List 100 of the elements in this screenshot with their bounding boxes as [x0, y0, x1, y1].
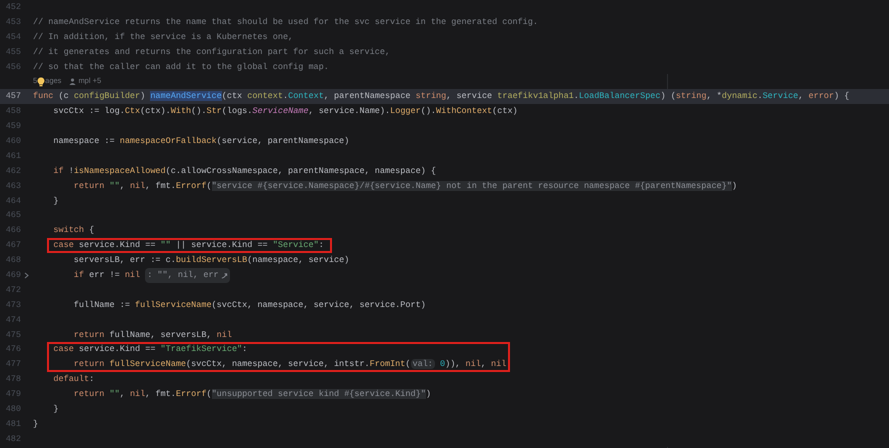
- field-name: ServiceName: [252, 106, 308, 116]
- keyword: return: [72, 359, 106, 370]
- code-text: err !=: [88, 270, 121, 280]
- code-text: }: [52, 196, 59, 206]
- line-number: 468: [4, 254, 21, 268]
- keyword: func: [33, 91, 54, 102]
- code-text: {: [88, 225, 94, 236]
- keyword: nil: [466, 359, 481, 370]
- string-literal: "TraefikService": [160, 344, 242, 354]
- keyword: string: [416, 91, 446, 102]
- line-number: 455: [4, 46, 21, 59]
- line-number: 454: [4, 30, 21, 44]
- keyword: switch: [52, 225, 84, 236]
- line-number: 476: [4, 343, 21, 356]
- line-number: 479: [4, 388, 21, 402]
- code-text: service.Kind ==: [78, 240, 156, 250]
- code-text: :: [242, 344, 248, 354]
- line-number: 467: [4, 239, 21, 252]
- code-text: ,: [120, 180, 126, 191]
- keyword: nil: [130, 180, 146, 191]
- keyword: case: [52, 344, 74, 354]
- line-number: 452: [4, 1, 21, 14]
- string-literal: "": [108, 389, 120, 400]
- function-name: Errorf: [176, 180, 206, 191]
- folded-code[interactable]: : "", nil, err: [145, 268, 230, 283]
- arrow-icon: [220, 272, 228, 279]
- line-number: 463: [4, 180, 21, 193]
- function-name: fullServiceName: [110, 359, 186, 370]
- keyword: error: [808, 91, 834, 102]
- code-text: serversLB, err := c.: [72, 255, 176, 266]
- line-number: 474: [4, 314, 21, 327]
- keyword: if: [52, 166, 64, 176]
- keyword: case: [52, 240, 74, 250]
- line-number: 469: [4, 269, 21, 282]
- code-text: )),: [445, 359, 462, 370]
- function-name: fullServiceName: [135, 300, 212, 310]
- function-name: FromInt: [370, 359, 406, 370]
- line-number: 459: [4, 120, 21, 134]
- code-text: svcCtx := log.: [52, 106, 125, 116]
- keyword: string: [676, 91, 706, 102]
- code-text: (ctx).: [140, 106, 171, 116]
- line-number: 478: [4, 373, 21, 386]
- code-text: .: [282, 91, 288, 102]
- line-number: 477: [4, 358, 21, 372]
- line-number: 472: [4, 284, 21, 297]
- code-text: (: [206, 180, 212, 191]
- keyword: default: [52, 374, 90, 384]
- type-name: configBuilder: [74, 91, 140, 102]
- chevron-right-icon[interactable]: [24, 272, 29, 279]
- code-text: , fmt.: [145, 389, 176, 400]
- code-text: .: [757, 91, 763, 102]
- line-number: 462: [4, 164, 21, 178]
- code-text: !: [68, 166, 74, 176]
- number-literal: 0: [439, 359, 446, 370]
- code-text: namespace :=: [52, 136, 116, 146]
- code-text: , parentNamespace: [324, 91, 412, 102]
- type-name: context: [247, 91, 283, 102]
- code-comment: // In addition, if the service is a Kubernetes one,: [33, 32, 294, 42]
- line-number: 473: [4, 298, 21, 312]
- keyword: return: [72, 389, 104, 400]
- code-text: , service.Name).: [308, 106, 390, 116]
- code-text: ().: [191, 106, 206, 116]
- string-literal: "Service": [272, 240, 319, 250]
- parameter-hint: val:: [410, 359, 435, 370]
- lightbulb-icon[interactable]: [37, 76, 46, 87]
- code-text: (: [206, 389, 212, 400]
- string-literal: "service #{service.Namespace}/#{service.Name} not in the parent resource namespace #{parentNamespace}": [212, 180, 732, 191]
- code-text: service.Kind ==: [78, 344, 156, 354]
- function-name: Ctx: [124, 106, 140, 116]
- code-text: (c.allowCrossNamespace, parentNamespace, namespace) {: [166, 166, 436, 176]
- string-literal: "": [160, 240, 171, 250]
- code-text: (ctx: [222, 91, 244, 102]
- code-text: (logs.: [222, 106, 252, 116]
- code-text: (svcCtx, namespace, service, intstr.: [186, 359, 370, 370]
- code-text: (namespace, service): [247, 255, 350, 266]
- code-text: ): [140, 91, 146, 102]
- code-comment: // nameAndService returns the name that should be used for the svc service in the generated config.: [33, 16, 538, 27]
- function-name: buildServersLB: [176, 255, 248, 266]
- line-number: 458: [4, 105, 21, 118]
- line-number: 475: [4, 328, 21, 342]
- code-text: , service: [446, 91, 494, 102]
- string-literal: "": [108, 180, 120, 191]
- code-text: (service, parentNamespace): [216, 136, 350, 146]
- line-number: 465: [4, 209, 21, 222]
- line-number: 461: [4, 150, 21, 163]
- code-text: }: [33, 418, 38, 429]
- code-text: :: [89, 374, 94, 384]
- keyword: nil: [216, 330, 232, 340]
- function-name: Str: [206, 106, 222, 116]
- code-text: (c: [58, 91, 70, 102]
- line-number: 480: [4, 403, 21, 416]
- function-name: isNamespaceAllowed: [74, 166, 166, 176]
- type-name: LoadBalancerSpec: [578, 91, 661, 102]
- code-text: :: [318, 240, 324, 250]
- line-number: 453: [4, 16, 21, 29]
- line-number: 464: [4, 194, 21, 208]
- keyword: nil: [124, 270, 142, 280]
- line-number: 456: [4, 60, 21, 74]
- keyword: if: [72, 270, 84, 280]
- code-text: ) {: [834, 91, 850, 102]
